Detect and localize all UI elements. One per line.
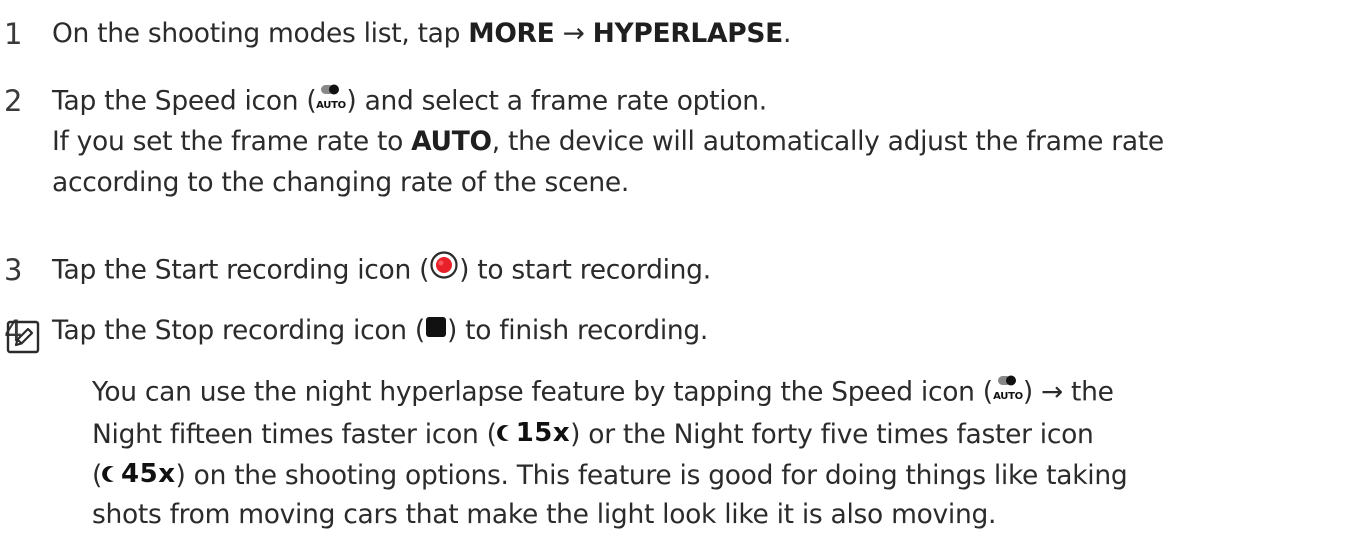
step-subtext: according to the changing rate of the sc… (52, 167, 629, 198)
svg-text:AUTO: AUTO (993, 391, 1023, 402)
step-subtext: If you set the frame rate to AUTO, the d… (52, 126, 1164, 157)
step-text: Tap the Speed icon (AUTO) and select a f… (52, 81, 767, 123)
note-line: shots from moving cars that make the lig… (92, 499, 997, 530)
step-text: Tap the Start recording icon () to start… (52, 250, 711, 292)
start-recording-icon (429, 250, 459, 292)
stop-recording-icon (425, 312, 447, 352)
night-15x-icon: 15x (496, 413, 570, 453)
step-number: 2 (4, 84, 23, 118)
more-label: MORE (468, 18, 555, 49)
night-45x-icon: 45x (102, 454, 175, 494)
hyperlapse-label: HYPERLAPSE (592, 18, 784, 49)
step-text: Tap the Stop recording icon () to finish… (52, 311, 708, 352)
note-line: Night fifteen times faster icon (15x) or… (92, 413, 1094, 455)
step-number: 3 (4, 253, 23, 287)
auto-label: AUTO (411, 126, 492, 157)
speed-auto-icon: AUTO (993, 372, 1023, 414)
svg-text:AUTO: AUTO (317, 100, 347, 111)
night-moon-icon (102, 466, 115, 482)
note-pencil-icon (6, 320, 40, 358)
note-line: You can use the night hyperlapse feature… (92, 372, 1114, 414)
step-number: 1 (4, 17, 23, 51)
night-moon-icon (496, 425, 509, 441)
speed-auto-icon: AUTO (316, 81, 347, 123)
note-line: (45x) on the shooting options. This feat… (92, 454, 1128, 496)
step-text: On the shooting modes list, tap MORE → H… (52, 18, 792, 49)
manual-page: 1 On the shooting modes list, tap MORE →… (0, 0, 1346, 557)
